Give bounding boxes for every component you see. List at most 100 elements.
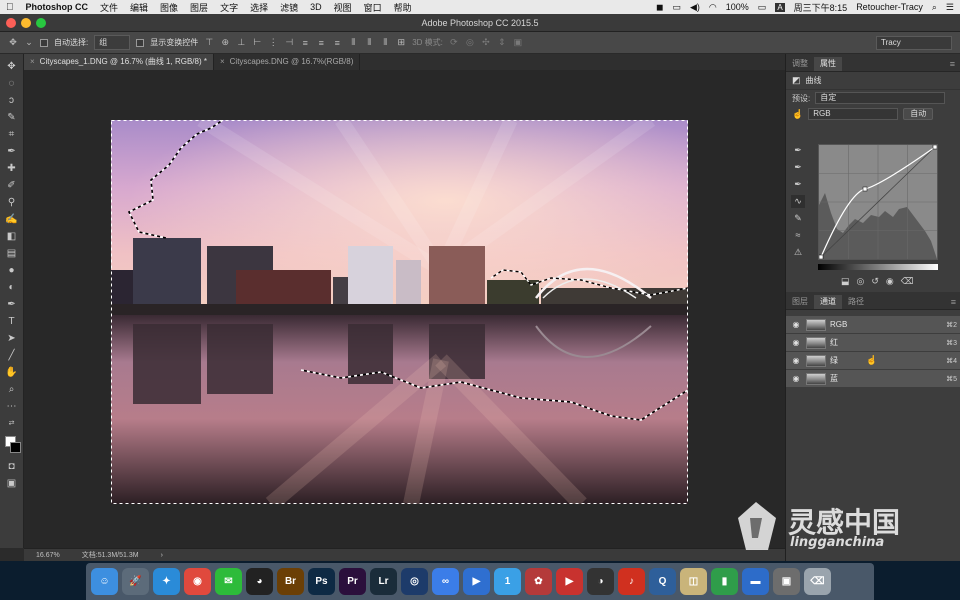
eyedropper-tool-icon[interactable]: ✒ xyxy=(2,143,22,160)
drag-3d-icon[interactable]: ✣ xyxy=(481,37,491,48)
white-point-eyedropper-icon[interactable]: ✒ xyxy=(791,178,805,191)
healing-brush-tool-icon[interactable]: ✚ xyxy=(2,160,22,177)
tab-properties[interactable]: 属性 xyxy=(814,57,842,71)
input-method[interactable]: A xyxy=(775,2,785,12)
curve-point-icon[interactable]: ∿ xyxy=(791,195,805,208)
minimize-icon[interactable] xyxy=(21,18,31,28)
channel-dropdown[interactable]: RGB xyxy=(808,108,899,120)
distribute-vcenter-icon[interactable]: ≡ xyxy=(316,38,326,48)
eye-icon[interactable]: ◉ xyxy=(790,320,802,329)
tab-channels[interactable]: 通道 xyxy=(814,295,842,309)
more-tools-icon[interactable]: ⋯ xyxy=(2,398,22,415)
quick-select-tool-icon[interactable]: ✎ xyxy=(2,109,22,126)
quicktime-icon[interactable]: Q xyxy=(649,568,676,595)
gradient-tool-icon[interactable]: ▤ xyxy=(2,245,22,262)
panel-menu-icon[interactable]: ≡ xyxy=(945,59,960,71)
channel-row-rgb[interactable]: ◉ RGB ⌘2 xyxy=(786,316,960,334)
smooth-icon[interactable]: ≈ xyxy=(791,229,805,242)
align-left-icon[interactable]: ⊢ xyxy=(252,37,262,48)
app-menu[interactable]: Photoshop CC xyxy=(26,2,89,12)
auto-select-dropdown[interactable]: 组 xyxy=(94,35,131,50)
delete-icon[interactable]: ⌫ xyxy=(901,276,914,287)
history-brush-tool-icon[interactable]: ✍ xyxy=(2,211,22,228)
distribute-left-icon[interactable]: ⦀ xyxy=(348,37,358,48)
lasso-tool-icon[interactable]: ↄ xyxy=(2,92,22,109)
menu-file[interactable]: 文件 xyxy=(100,1,118,14)
eye-icon[interactable]: ◉ xyxy=(790,374,802,383)
distribute-bottom-icon[interactable]: ≡ xyxy=(332,38,342,48)
qq-icon[interactable]: ◕ xyxy=(246,568,273,595)
panel-menu-icon[interactable]: ≡ xyxy=(946,297,960,309)
background-color[interactable] xyxy=(9,442,21,453)
preset-dropdown[interactable]: 自定 xyxy=(815,92,946,104)
menu-edit[interactable]: 编辑 xyxy=(130,1,148,14)
dodge-tool-icon[interactable]: ◐ xyxy=(2,279,22,296)
menu-image[interactable]: 图像 xyxy=(160,1,178,14)
trash-icon[interactable]: ⌫ xyxy=(804,568,831,595)
tab-paths[interactable]: 路径 xyxy=(842,295,870,309)
workspace-switcher[interactable]: Tracy xyxy=(876,35,952,50)
obs-icon[interactable]: ◑ xyxy=(587,568,614,595)
pen-tool-icon[interactable]: ✒ xyxy=(2,296,22,313)
zoom-level[interactable]: 16.67% xyxy=(36,552,60,559)
channel-row-red[interactable]: ◉ 红 ⌘3 xyxy=(786,334,960,352)
align-right-icon[interactable]: ⊣ xyxy=(284,37,294,48)
list-icon[interactable]: ☰ xyxy=(946,2,954,13)
align-hcenter-icon[interactable]: ⋮ xyxy=(268,37,278,48)
reset-icon[interactable]: ↺ xyxy=(871,276,879,287)
channel-row-green[interactable]: ◉ 绿 ☝ ⌘4 xyxy=(786,352,960,370)
slide-3d-icon[interactable]: ⇕ xyxy=(497,37,507,48)
pencil-icon[interactable]: ✎ xyxy=(791,212,805,225)
clip-to-layer-icon[interactable]: ⬓ xyxy=(841,276,850,287)
airplay-icon[interactable]: ▭ xyxy=(672,2,681,13)
menu-select[interactable]: 选择 xyxy=(250,1,268,14)
type-tool-icon[interactable]: T xyxy=(2,313,22,330)
wechat-icon[interactable]: ✉ xyxy=(215,568,242,595)
scale-3d-icon[interactable]: ▣ xyxy=(513,37,523,48)
tab-cityscapes[interactable]: × Cityscapes.DNG @ 16.7%(RGB/8) xyxy=(214,54,361,70)
volume-icon[interactable]: ◀) xyxy=(690,2,700,13)
chevron-down-icon[interactable]: ⌄ xyxy=(24,37,34,48)
eye-icon[interactable]: ◉ xyxy=(790,338,802,347)
apple-icon[interactable]:  xyxy=(6,2,14,13)
premiere-icon[interactable]: Pr xyxy=(339,568,366,595)
camera-icon[interactable]: ◼ xyxy=(656,2,663,13)
view-previous-icon[interactable]: ◎ xyxy=(857,276,865,287)
preview-icon[interactable]: ◫ xyxy=(680,568,707,595)
show-transform-checkbox[interactable] xyxy=(136,38,145,47)
menu-view[interactable]: 视图 xyxy=(334,1,352,14)
tab-cityscapes-1[interactable]: × Cityscapes_1.DNG @ 16.7% (曲线 1, RGB/8) … xyxy=(24,54,214,70)
tool-1-icon[interactable]: 1 xyxy=(494,568,521,595)
menu-layer[interactable]: 图层 xyxy=(190,1,208,14)
quick-mask-icon[interactable]: ◘ xyxy=(2,458,22,475)
auto-select-checkbox[interactable] xyxy=(40,38,48,47)
menu-type[interactable]: 文字 xyxy=(220,1,238,14)
eye-icon[interactable]: ◉ xyxy=(790,356,802,365)
menu-filter[interactable]: 滤镜 xyxy=(280,1,298,14)
blur-tool-icon[interactable]: ● xyxy=(2,262,22,279)
move-tool-icon[interactable]: ✥ xyxy=(8,37,18,48)
launchpad-icon[interactable]: 🚀 xyxy=(122,568,149,595)
battery-icon[interactable]: ▭ xyxy=(758,2,767,13)
swap-colors-icon[interactable]: ⇄ xyxy=(2,415,22,432)
davinci-icon[interactable]: ✿ xyxy=(525,568,552,595)
orbit-3d-icon[interactable]: ⟳ xyxy=(449,37,459,48)
gray-point-eyedropper-icon[interactable]: ✒ xyxy=(791,161,805,174)
keynote-icon[interactable]: ▬ xyxy=(742,568,769,595)
numbers-icon[interactable]: ▮ xyxy=(711,568,738,595)
align-top-icon[interactable]: ⊤ xyxy=(204,37,214,48)
media-player-icon[interactable]: ▶ xyxy=(556,568,583,595)
menu-window[interactable]: 窗口 xyxy=(364,1,382,14)
zoom-icon[interactable] xyxy=(36,18,46,28)
menu-3d[interactable]: 3D xyxy=(310,2,322,12)
curves-graph[interactable] xyxy=(818,144,938,260)
eraser-tool-icon[interactable]: ◧ xyxy=(2,228,22,245)
distribute-hcenter-icon[interactable]: ⦀ xyxy=(364,37,374,48)
auto-align-icon[interactable]: ⊞ xyxy=(396,37,406,48)
stamp-tool-icon[interactable]: ⚲ xyxy=(2,194,22,211)
close-tab-icon[interactable]: × xyxy=(30,57,35,66)
shape-tool-icon[interactable]: ╱ xyxy=(2,347,22,364)
align-vcenter-icon[interactable]: ⊕ xyxy=(220,37,230,48)
chrome-icon[interactable]: ◉ xyxy=(184,568,211,595)
tab-layers[interactable]: 图层 xyxy=(786,295,814,309)
